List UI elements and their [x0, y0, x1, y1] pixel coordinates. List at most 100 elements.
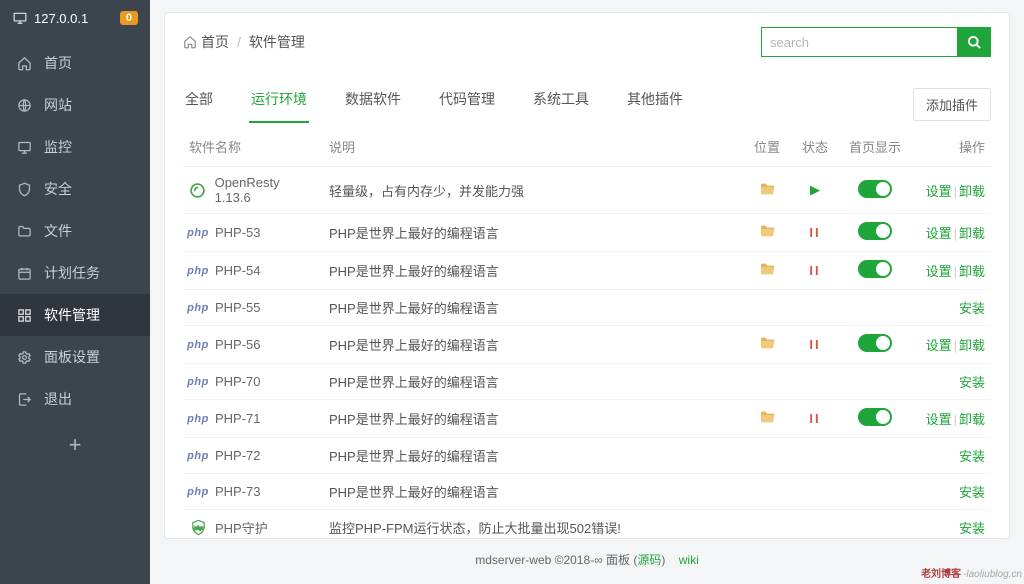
uninstall-link[interactable]: 卸载 — [959, 226, 985, 241]
logout-icon — [16, 391, 32, 407]
settings-link[interactable]: 设置 — [926, 226, 952, 241]
install-link[interactable]: 安装 — [959, 449, 985, 464]
software-desc: PHP是世界上最好的编程语言 — [323, 290, 743, 326]
software-desc: PHP是世界上最好的编程语言 — [323, 214, 743, 252]
software-name: PHP-54 — [215, 263, 261, 278]
home-toggle[interactable] — [858, 180, 892, 198]
table-row: phpPHP-53PHP是世界上最好的编程语言II设置|卸载 — [183, 214, 991, 252]
breadcrumb-home[interactable]: 首页 — [183, 32, 229, 52]
play-icon[interactable]: ▶ — [810, 182, 820, 197]
pause-icon[interactable]: II — [809, 263, 820, 278]
tab-0[interactable]: 全部 — [183, 85, 215, 123]
software-desc: PHP是世界上最好的编程语言 — [323, 400, 743, 438]
php-icon: php — [189, 410, 207, 428]
footer: mdserver-web ©2018-∞ 面板 (源码) wiki — [164, 539, 1010, 574]
pause-icon[interactable]: II — [809, 411, 820, 426]
settings-link[interactable]: 设置 — [926, 338, 952, 353]
home-toggle[interactable] — [858, 222, 892, 240]
grid-icon — [16, 307, 32, 323]
openresty-icon — [189, 181, 207, 199]
add-menu-button[interactable]: + — [0, 420, 150, 470]
install-link[interactable]: 安装 — [959, 375, 985, 390]
th-loc: 位置 — [743, 127, 791, 167]
software-name: PHP-53 — [215, 225, 261, 240]
sidebar-item-label: 软件管理 — [44, 305, 100, 325]
folder-icon[interactable] — [759, 413, 775, 428]
settings-link[interactable]: 设置 — [926, 264, 952, 279]
tab-2[interactable]: 数据软件 — [343, 85, 403, 123]
php-icon: php — [189, 262, 207, 280]
sidebar-item-label: 监控 — [44, 137, 72, 157]
settings-link[interactable]: 设置 — [926, 412, 952, 427]
sidebar-item-label: 退出 — [44, 389, 72, 409]
software-name: PHP守护 — [215, 518, 268, 537]
tab-4[interactable]: 系统工具 — [531, 85, 591, 123]
folder-icon[interactable] — [759, 339, 775, 354]
search-input[interactable] — [761, 27, 957, 57]
pause-icon[interactable]: II — [809, 225, 820, 240]
sidebar-item-label: 面板设置 — [44, 347, 100, 367]
watermark: 老刘博客-laoliublog.cn — [921, 565, 1022, 580]
th-status: 状态 — [791, 127, 839, 167]
tab-5[interactable]: 其他插件 — [625, 85, 685, 123]
php-icon: php — [189, 483, 207, 501]
monitor-icon — [12, 10, 28, 26]
software-table: 软件名称 说明 位置 状态 首页显示 操作 OpenResty 1.13.6轻量… — [183, 127, 991, 539]
uninstall-link[interactable]: 卸载 — [959, 338, 985, 353]
sidebar-item-calendar[interactable]: 计划任务 — [0, 252, 150, 294]
phpguard-icon: php — [189, 519, 207, 537]
install-link[interactable]: 安装 — [959, 301, 985, 316]
sidebar-item-folder[interactable]: 文件 — [0, 210, 150, 252]
settings-link[interactable]: 设置 — [926, 184, 952, 199]
tab-1[interactable]: 运行环境 — [249, 85, 309, 123]
software-name: PHP-73 — [215, 484, 261, 499]
add-plugin-button[interactable]: 添加插件 — [913, 88, 991, 121]
software-desc: PHP是世界上最好的编程语言 — [323, 474, 743, 510]
gear-icon — [16, 349, 32, 365]
table-row: phpPHP-54PHP是世界上最好的编程语言II设置|卸载 — [183, 252, 991, 290]
table-row: OpenResty 1.13.6轻量级，占有内存少，并发能力强▶设置|卸载 — [183, 167, 991, 214]
sidebar-item-label: 计划任务 — [44, 263, 100, 283]
install-link[interactable]: 安装 — [959, 521, 985, 536]
folder-icon[interactable] — [759, 227, 775, 242]
sidebar-item-globe[interactable]: 网站 — [0, 84, 150, 126]
software-desc: PHP是世界上最好的编程语言 — [323, 252, 743, 290]
category-tabs: 全部运行环境数据软件代码管理系统工具其他插件 — [183, 85, 685, 123]
sidebar-item-home[interactable]: 首页 — [0, 42, 150, 84]
home-toggle[interactable] — [858, 408, 892, 426]
th-ops: 操作 — [911, 127, 991, 167]
sidebar-item-monitor[interactable]: 监控 — [0, 126, 150, 168]
wiki-link[interactable]: wiki — [679, 553, 699, 567]
search-box — [761, 27, 991, 57]
notification-badge[interactable]: 0 — [120, 11, 138, 25]
folder-icon[interactable] — [759, 265, 775, 280]
sidebar-item-logout[interactable]: 退出 — [0, 378, 150, 420]
svg-text:php: php — [192, 526, 202, 532]
table-row: phpPHP-56PHP是世界上最好的编程语言II设置|卸载 — [183, 326, 991, 364]
install-link[interactable]: 安装 — [959, 485, 985, 500]
uninstall-link[interactable]: 卸载 — [959, 184, 985, 199]
uninstall-link[interactable]: 卸载 — [959, 412, 985, 427]
uninstall-link[interactable]: 卸载 — [959, 264, 985, 279]
sidebar-item-grid[interactable]: 软件管理 — [0, 294, 150, 336]
software-desc: 轻量级，占有内存少，并发能力强 — [323, 167, 743, 214]
sidebar-item-shield[interactable]: 安全 — [0, 168, 150, 210]
php-icon: php — [189, 299, 207, 317]
php-icon: php — [189, 224, 207, 242]
php-icon: php — [189, 373, 207, 391]
globe-icon — [16, 97, 32, 113]
source-link[interactable]: 源码 — [637, 553, 661, 567]
pause-icon[interactable]: II — [809, 337, 820, 352]
th-name: 软件名称 — [183, 127, 323, 167]
php-icon: php — [189, 336, 207, 354]
home-icon — [16, 55, 32, 71]
sidebar-item-gear[interactable]: 面板设置 — [0, 336, 150, 378]
tab-3[interactable]: 代码管理 — [437, 85, 497, 123]
th-home: 首页显示 — [839, 127, 911, 167]
main-area: 首页 / 软件管理 全部运行环境数据软件代码管理系统工具其他插件 添加插件 — [150, 0, 1024, 584]
home-toggle[interactable] — [858, 260, 892, 278]
search-button[interactable] — [957, 27, 991, 57]
folder-icon[interactable] — [759, 185, 775, 200]
breadcrumb-current: 软件管理 — [249, 32, 305, 52]
home-toggle[interactable] — [858, 334, 892, 352]
